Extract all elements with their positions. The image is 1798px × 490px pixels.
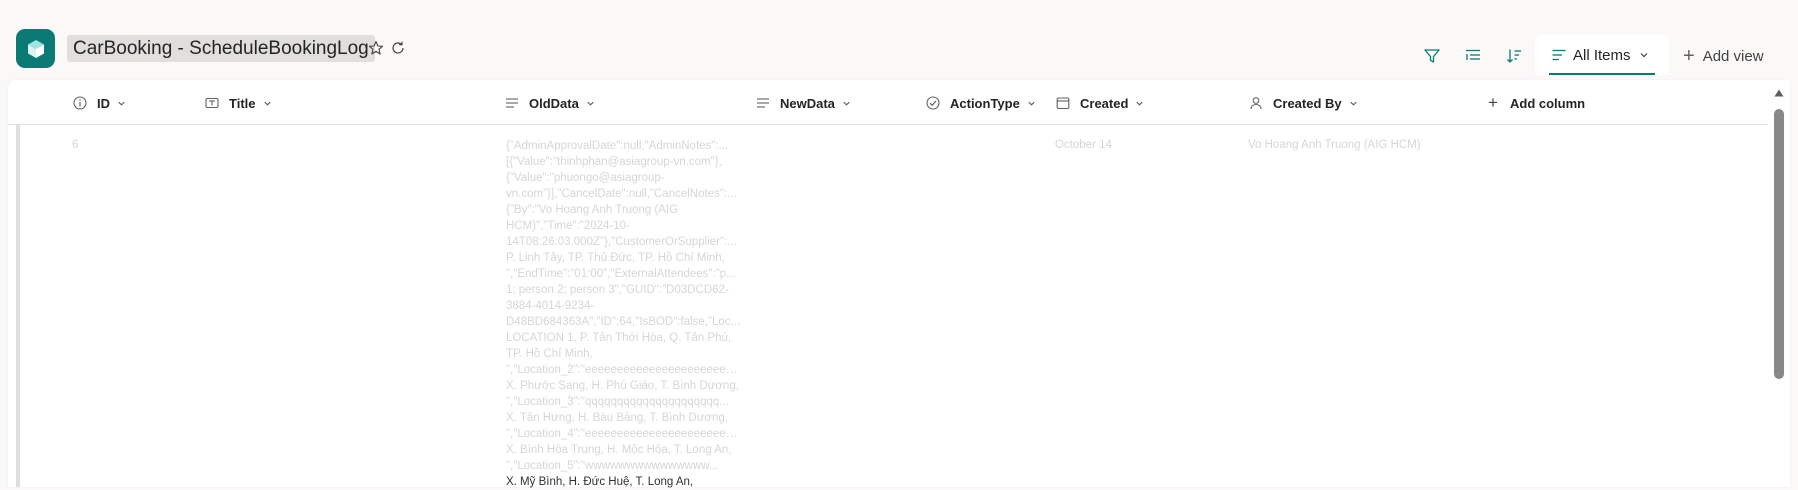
- chevron-down-icon: [586, 99, 595, 108]
- olddata-line: LOCATION 1, P. Tân Thới Hòa, Q. Tân Phú,: [506, 332, 732, 344]
- chevron-down-icon: [1349, 99, 1358, 108]
- list-row[interactable]: 6 {"AdminApprovalDate":null,"AdminNotes"…: [16, 124, 1772, 490]
- lines-icon: [504, 95, 520, 111]
- olddata-line: 3884-4014-9234-: [506, 300, 595, 312]
- chevron-down-icon: [842, 99, 851, 108]
- column-header-id[interactable]: ID: [72, 93, 126, 113]
- view-selector-tab[interactable]: All Items: [1535, 35, 1669, 75]
- olddata-line: X. Bình Hòa Trung, H. Mộc Hóa, T. Long A…: [506, 444, 732, 456]
- plus-icon: +: [1488, 93, 1498, 112]
- chevron-down-icon: [1135, 99, 1144, 108]
- olddata-line: vn.com"}],"CancelDate":null,"CancelNotes…: [506, 188, 737, 200]
- olddata-line: D48BD684363A","ID":64,"IsBOD":false,"Loc…: [506, 316, 741, 328]
- filter-icon[interactable]: [1420, 44, 1444, 68]
- column-header-label: Created: [1080, 95, 1129, 111]
- column-header-label: ActionType: [950, 95, 1020, 111]
- lines-icon: [755, 95, 771, 111]
- cell-id: 6: [72, 139, 79, 151]
- olddata-line: TP. Hồ Chí Minh,: [506, 348, 593, 360]
- column-header-actiontype[interactable]: ActionType: [925, 93, 1036, 113]
- olddata-line: P. Linh Tây, TP. Thủ Đức, TP. Hồ Chí Min…: [506, 252, 725, 264]
- list-title[interactable]: CarBooking - ScheduleBookingLog: [73, 38, 369, 60]
- cell-created-by[interactable]: Vo Hoang Anh Truong (AIG HCM): [1248, 139, 1421, 151]
- calendar-icon: [1055, 95, 1071, 111]
- olddata-line: HCM)","Time":"2024-10-: [506, 220, 630, 232]
- scroll-up-arrow-icon[interactable]: [1774, 88, 1784, 98]
- cell-olddata: {"AdminApprovalDate":null,"AdminNotes":.…: [506, 138, 743, 490]
- column-header-newdata[interactable]: NewData: [755, 93, 851, 113]
- olddata-line: X. Tân Hưng, H. Bàu Bàng, T. Bình Dương,: [506, 412, 728, 424]
- chevron-down-icon: [117, 99, 126, 108]
- active-view-underline: [1549, 73, 1655, 75]
- add-column-button[interactable]: + Add column: [1485, 93, 1585, 113]
- command-bar: CarBooking - ScheduleBookingLog All Item…: [0, 0, 1798, 80]
- plus-icon: +: [1683, 45, 1695, 67]
- list-app-logo-icon: [16, 29, 55, 68]
- column-header-row: ID Title OldData NewData ActionType Crea…: [8, 80, 1768, 125]
- olddata-line: {"By":"Vo Hoang Anh Truong (AIG: [506, 204, 679, 216]
- list-panel: ID Title OldData NewData ActionType Crea…: [8, 80, 1790, 490]
- person-icon: [1248, 95, 1264, 111]
- column-header-created-by[interactable]: Created By: [1248, 93, 1358, 113]
- cell-created: October 14: [1055, 139, 1112, 151]
- scrollbar-thumb[interactable]: [1774, 109, 1784, 379]
- info-icon: [72, 95, 88, 111]
- column-header-label: OldData: [529, 95, 579, 111]
- column-header-olddata[interactable]: OldData: [504, 93, 595, 113]
- olddata-line: ","Location_3":"qqqqqqqqqqqqqqqqqqqqq...: [506, 396, 729, 408]
- olddata-line: X. Mỹ Bình, H. Đức Huệ, T. Long An,: [506, 476, 694, 488]
- text-field-icon: [204, 95, 220, 111]
- column-header-created[interactable]: Created: [1055, 93, 1144, 113]
- view-lines-icon: [1551, 47, 1567, 63]
- vertical-scrollbar[interactable]: [1768, 80, 1790, 487]
- choice-check-icon: [925, 95, 941, 111]
- sort-icon[interactable]: [1502, 44, 1526, 68]
- add-view-label: Add view: [1702, 47, 1764, 65]
- olddata-line: 1; person 2; person 3","GUID":"D03DCD62-: [506, 284, 729, 296]
- olddata-line: {"Value":"phuongo@asiagroup-: [506, 172, 665, 184]
- olddata-line: ","Location_4":"eeeeeeeeeeeeeeeeeeeeeeee…: [506, 428, 743, 440]
- list-title-container[interactable]: CarBooking - ScheduleBookingLog: [67, 35, 375, 62]
- column-header-title[interactable]: Title: [204, 93, 272, 113]
- olddata-line: ","Location_5":"wwwwwwwwwwwwwww...: [506, 460, 719, 472]
- add-view-button[interactable]: + Add view: [1683, 45, 1764, 67]
- olddata-line: ","Location_2":"eeeeeeeeeeeeeeeeeeeeeeee…: [506, 364, 743, 376]
- olddata-line: {"AdminApprovalDate":null,"AdminNotes":.…: [506, 140, 729, 152]
- group-by-icon[interactable]: [1461, 44, 1485, 68]
- favorite-star-icon[interactable]: [366, 38, 386, 58]
- olddata-line: [{"Value":"thinhphan@asiagroup-vn.com"},: [506, 156, 722, 168]
- chevron-down-icon: [1639, 50, 1649, 60]
- olddata-line: ","EndTime":"01:00","ExternalAttendees":…: [506, 268, 736, 280]
- olddata-line: X. Phước Sang, H. Phú Giáo, T. Bình Dươn…: [506, 380, 739, 392]
- current-view-label: All Items: [1573, 46, 1631, 64]
- column-header-label: Created By: [1273, 95, 1342, 111]
- chevron-down-icon: [1027, 99, 1036, 108]
- column-header-label: NewData: [780, 95, 835, 111]
- olddata-line: 14T08:26:03.000Z"},"CustomerOrSupplier":…: [506, 236, 737, 248]
- add-column-label: Add column: [1510, 95, 1586, 111]
- refresh-icon[interactable]: [388, 38, 408, 58]
- chevron-down-icon: [263, 99, 272, 108]
- column-header-label: Title: [229, 95, 256, 111]
- column-header-label: ID: [97, 95, 110, 111]
